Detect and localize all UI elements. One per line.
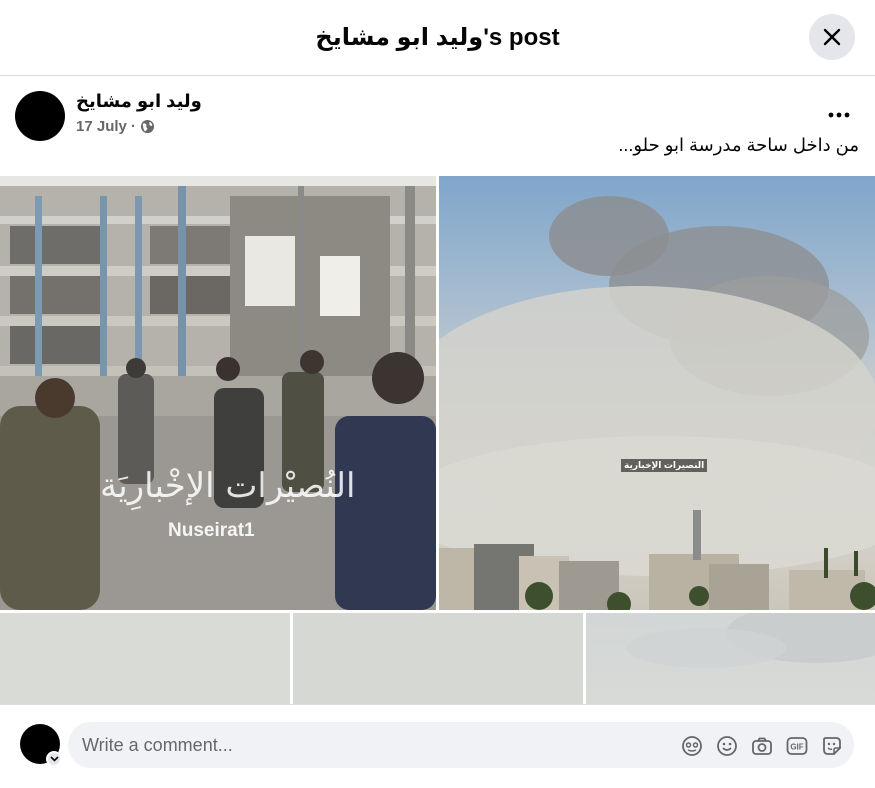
more-icon <box>828 112 850 118</box>
author-avatar[interactable] <box>15 91 65 141</box>
post-caption: من داخل ساحة مدرسة ابو حلو... <box>618 135 859 155</box>
photo-grid: النُصيْرات الإخْبارِيَة Nuseirat1 النصير… <box>0 176 875 704</box>
meta-separator: · <box>130 118 136 135</box>
post-meta: 17 July · <box>76 118 155 135</box>
watermark-small: النصيرات الإخبارية <box>621 459 708 472</box>
author-name[interactable]: وليد ابو مشايخ <box>76 91 202 112</box>
gif-label: GIF <box>790 742 803 751</box>
modal-header: وليد ابو مشايخ's post <box>0 0 875 76</box>
sticker-icon <box>822 736 841 755</box>
photo-1-illustration <box>0 176 436 610</box>
emoji-icon <box>716 735 737 756</box>
post-header: وليد ابو مشايخ 17 July · من داخل ساحة مد… <box>0 77 875 175</box>
post-date[interactable]: 17 July <box>76 118 127 135</box>
photo-2[interactable]: النصيرات الإخبارية <box>439 176 875 610</box>
avatar-sticker-button[interactable] <box>679 733 704 758</box>
camera-icon <box>751 737 772 755</box>
photo-2-illustration <box>439 196 875 610</box>
comment-input-wrapper: GIF <box>68 722 854 768</box>
photo-4[interactable] <box>293 613 583 704</box>
comment-input[interactable] <box>82 722 662 768</box>
modal-title: وليد ابو مشايخ's post <box>315 24 560 51</box>
comment-tools: GIF <box>679 733 844 758</box>
photo-5-illustration <box>626 613 875 668</box>
watermark-arabic: النُصيْرات الإخْبارِيَة <box>100 466 356 506</box>
photo-button[interactable] <box>749 733 774 758</box>
sticker-face-icon <box>681 735 702 756</box>
post-modal: وليد ابو مشايخ's post وليد ابو مشايخ 17 … <box>0 0 875 788</box>
photo-1[interactable]: النُصيْرات الإخْبارِيَة Nuseirat1 <box>0 176 436 610</box>
more-options-button[interactable] <box>821 101 857 129</box>
avatar-chevron-icon <box>49 756 59 762</box>
avatar-switch-button[interactable] <box>46 751 62 767</box>
comment-bar: GIF <box>0 704 875 788</box>
close-button[interactable] <box>809 14 855 60</box>
photo-5[interactable] <box>586 613 875 704</box>
photo-3[interactable] <box>0 613 290 704</box>
gif-icon: GIF <box>786 736 807 755</box>
close-icon <box>823 28 841 46</box>
gif-button[interactable]: GIF <box>784 733 809 758</box>
globe-icon <box>140 119 154 134</box>
watermark-english: Nuseirat1 <box>168 520 255 541</box>
sticker-button[interactable] <box>819 733 844 758</box>
emoji-button[interactable] <box>714 733 739 758</box>
